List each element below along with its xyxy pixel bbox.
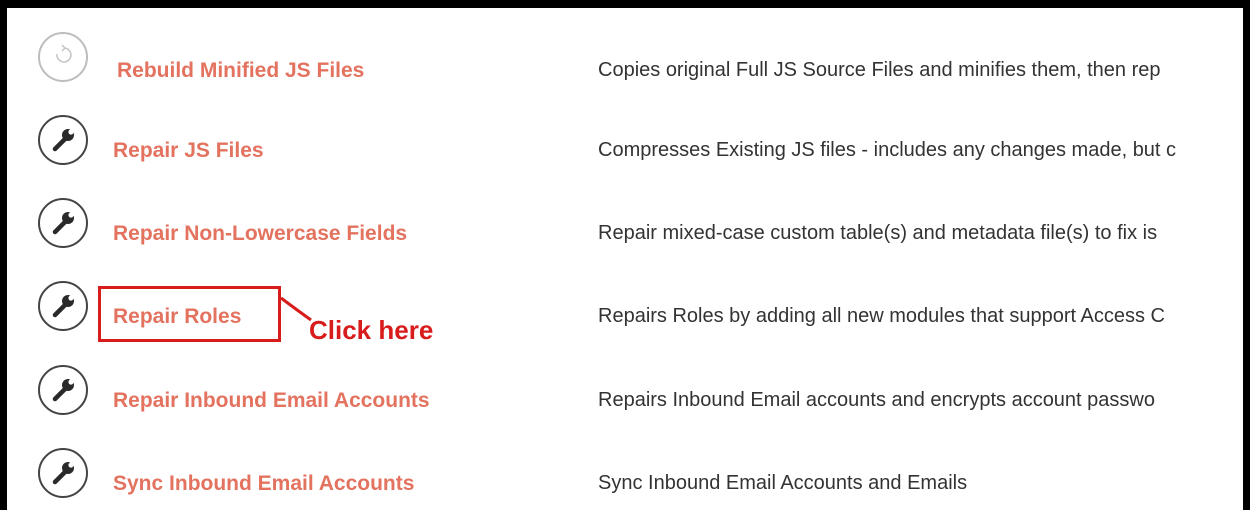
- row-description: Copies original Full JS Source Files and…: [598, 59, 1161, 81]
- wrench-icon[interactable]: [38, 281, 88, 331]
- wrench-icon[interactable]: [38, 448, 88, 498]
- sync-inbound-email-accounts-link[interactable]: Sync Inbound Email Accounts: [113, 472, 414, 496]
- wrench-icon[interactable]: [38, 115, 88, 165]
- row-description: Compresses Existing JS files - includes …: [598, 139, 1177, 161]
- repair-row-inbound-email-accounts: Repair Inbound Email Accounts Repairs In…: [7, 353, 1243, 443]
- callout-label: Click here: [309, 315, 434, 345]
- repair-row-sync-inbound-email-accounts: Sync Inbound Email Accounts Sync Inbound…: [7, 436, 1243, 510]
- row-description: Repairs Inbound Email accounts and encry…: [598, 389, 1155, 411]
- repair-tools-panel: Rebuild Minified JS Files Copies origina…: [7, 8, 1243, 510]
- wrench-icon[interactable]: [38, 365, 88, 415]
- highlight-box: [98, 286, 281, 342]
- refresh-icon[interactable]: [38, 32, 88, 82]
- wrench-icon[interactable]: [38, 198, 88, 248]
- repair-non-lowercase-fields-link[interactable]: Repair Non-Lowercase Fields: [113, 222, 407, 246]
- row-description: Repair mixed-case custom table(s) and me…: [598, 222, 1158, 244]
- rebuild-minified-js-link[interactable]: Rebuild Minified JS Files: [117, 59, 364, 83]
- repair-js-files-link[interactable]: Repair JS Files: [113, 139, 264, 163]
- repair-inbound-email-accounts-link[interactable]: Repair Inbound Email Accounts: [113, 389, 430, 413]
- row-description: Sync Inbound Email Accounts and Emails: [598, 472, 968, 494]
- repair-row-rebuild-minified-js: Rebuild Minified JS Files Copies origina…: [7, 20, 1243, 110]
- repair-row-non-lowercase-fields: Repair Non-Lowercase Fields Repair mixed…: [7, 186, 1243, 276]
- repair-row-js-files: Repair JS Files Compresses Existing JS f…: [7, 103, 1243, 193]
- row-description: Repairs Roles by adding all new modules …: [598, 305, 1165, 327]
